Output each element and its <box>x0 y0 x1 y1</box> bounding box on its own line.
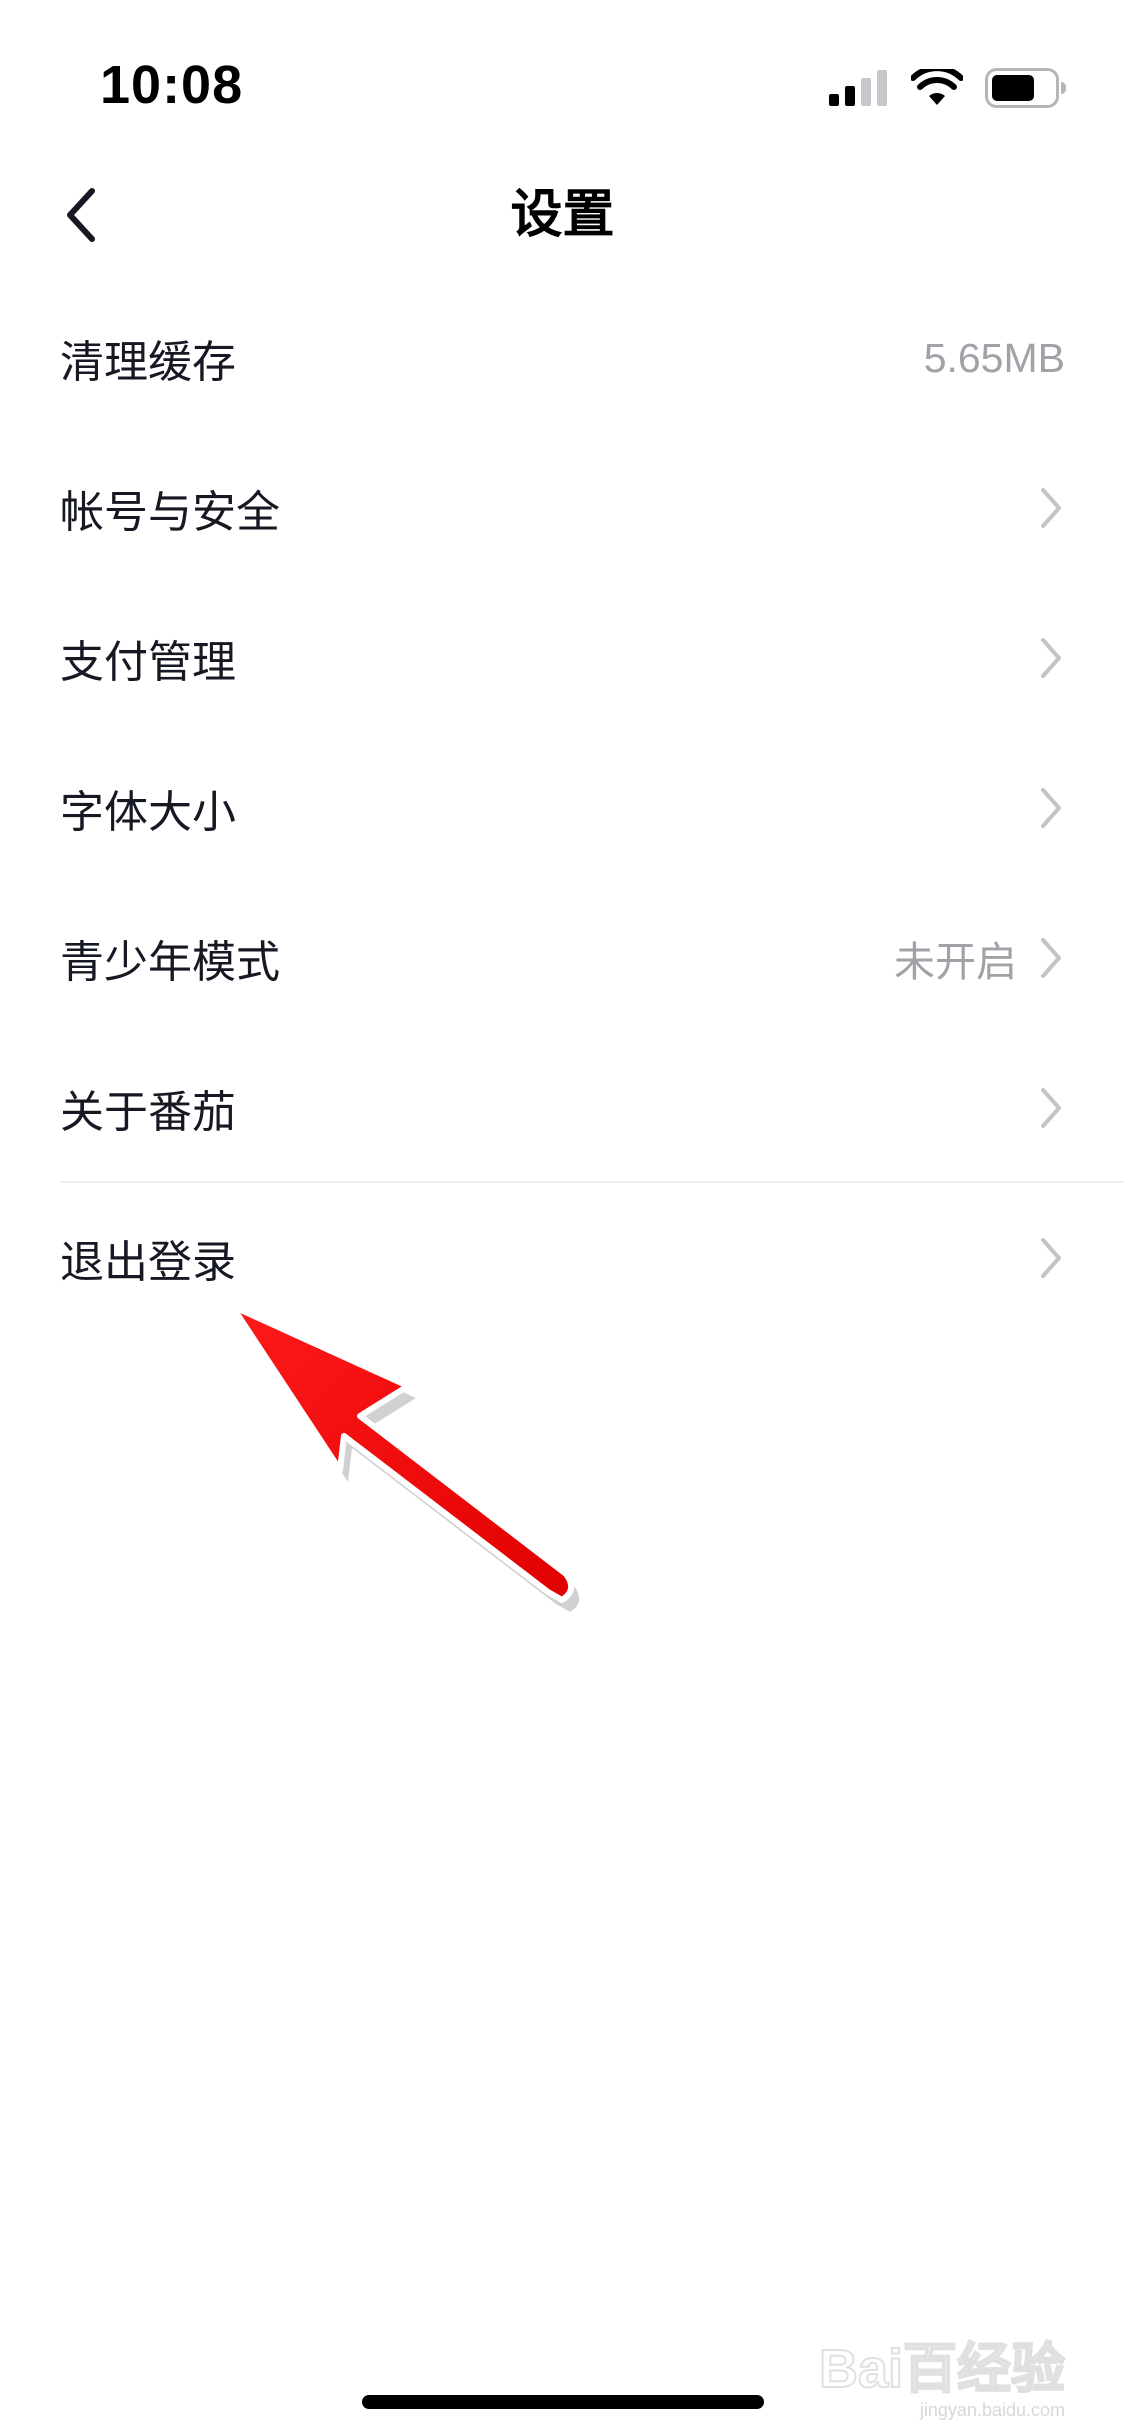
setting-clear-cache[interactable]: 清理缓存 5.65MB <box>0 283 1125 433</box>
setting-label: 字体大小 <box>60 787 236 838</box>
status-icons <box>829 66 1067 110</box>
chevron-right-icon <box>1041 638 1061 678</box>
page-title: 设置 <box>510 185 615 245</box>
nav-bar: 设置 <box>0 150 1125 280</box>
settings-list: 清理缓存 5.65MB 帐号与安全 支付管理 字体大小 青少年模式 未开启 关于… <box>0 283 1125 1333</box>
setting-label: 清理缓存 <box>60 337 236 388</box>
setting-logout[interactable]: 退出登录 <box>0 1183 1125 1333</box>
setting-teen-mode[interactable]: 青少年模式 未开启 <box>0 883 1125 1033</box>
setting-label: 支付管理 <box>60 637 236 688</box>
setting-label: 帐号与安全 <box>60 487 280 538</box>
status-time: 10:08 <box>100 55 244 115</box>
cellular-signal-icon <box>829 70 887 106</box>
chevron-right-icon <box>1041 788 1061 828</box>
home-indicator[interactable] <box>362 2395 764 2409</box>
cache-size-value: 5.65MB <box>923 334 1065 381</box>
setting-about[interactable]: 关于番茄 <box>0 1033 1125 1183</box>
setting-font-size[interactable]: 字体大小 <box>0 733 1125 883</box>
status-bar: 10:08 <box>0 0 1125 150</box>
battery-icon <box>985 68 1066 108</box>
setting-label: 青少年模式 <box>60 937 280 988</box>
baidu-jingyan-watermark: Bai百经验 jingyan.baidu.com <box>818 2339 1066 2420</box>
watermark-url: jingyan.baidu.com <box>919 2400 1065 2420</box>
settings-page: 10:08 设置 清理缓存 5.65MB 帐号与安全 支付管理 字体大小 青少年… <box>0 0 1125 2436</box>
setting-label: 退出登录 <box>60 1237 236 1288</box>
wifi-icon <box>911 69 963 105</box>
chevron-right-icon <box>1041 488 1061 528</box>
setting-label: 关于番茄 <box>60 1087 236 1138</box>
setting-account-security[interactable]: 帐号与安全 <box>0 433 1125 583</box>
chevron-right-icon <box>1041 1238 1061 1278</box>
teen-mode-status: 未开启 <box>894 938 1017 986</box>
chevron-right-icon <box>1041 1088 1061 1128</box>
watermark-logo: Bai百经验 <box>818 2339 1066 2399</box>
setting-payment-management[interactable]: 支付管理 <box>0 583 1125 733</box>
chevron-right-icon <box>1041 938 1061 978</box>
